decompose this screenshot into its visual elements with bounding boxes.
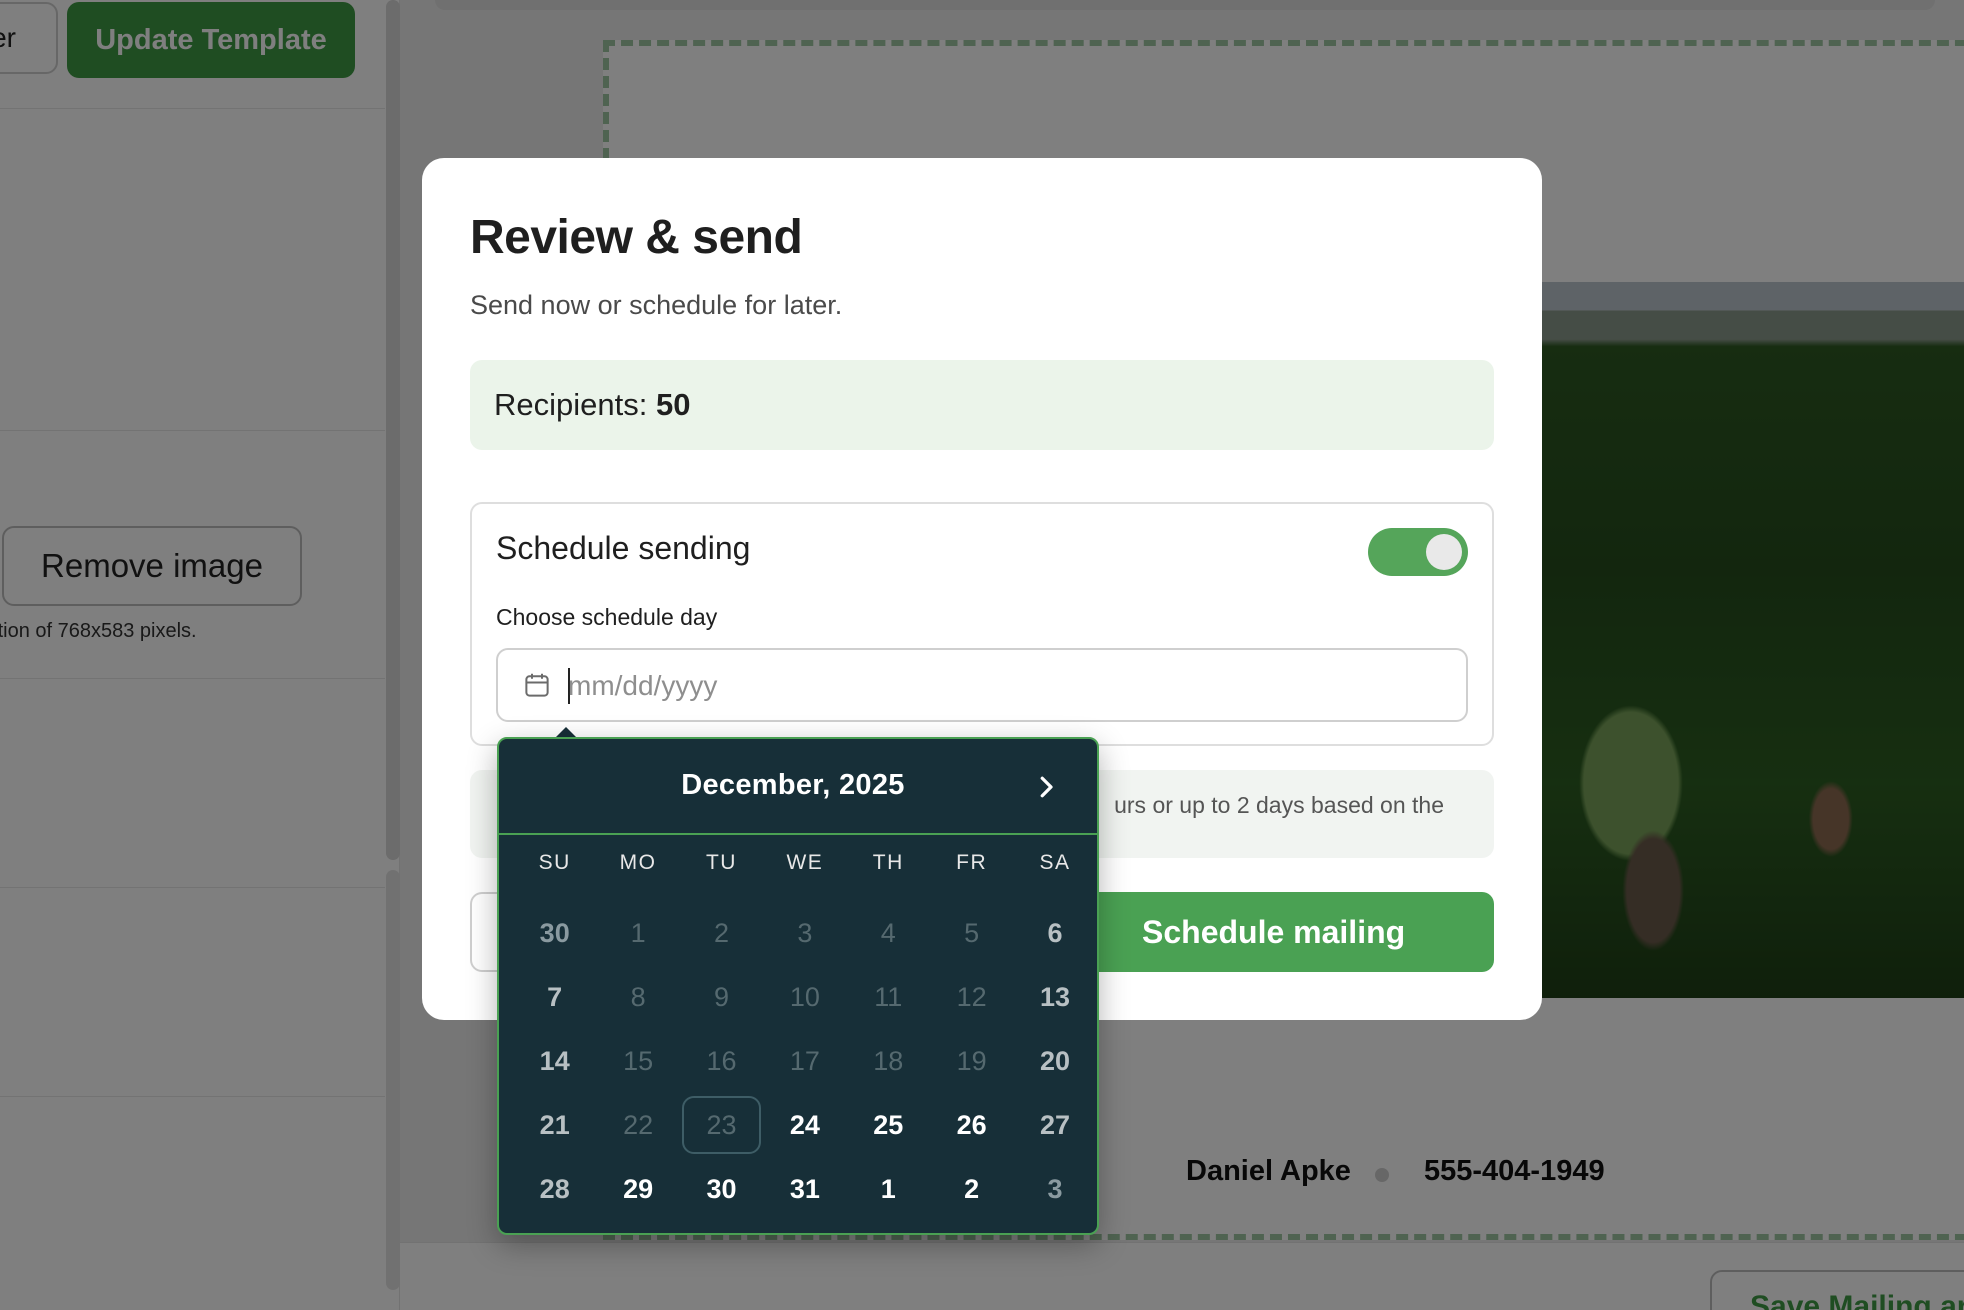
weekday-label: MO [619, 851, 657, 874]
day-cell-available[interactable]: 24 [765, 1096, 844, 1154]
toggle-knob [1426, 534, 1462, 570]
day-cell-available[interactable]: 26 [932, 1096, 1011, 1154]
day-cell-disabled: 19 [956, 1045, 987, 1076]
schedule-section: Schedule sending Choose schedule day [470, 502, 1494, 746]
day-cell-available[interactable]: 29 [598, 1160, 677, 1218]
date-input[interactable] [568, 662, 1428, 710]
day-cell-available[interactable]: 30 [682, 1160, 761, 1218]
day-cell-disabled: 17 [789, 1045, 820, 1076]
day-cell-disabled: 3 [797, 917, 813, 948]
day-cell-weekend: 13 [1040, 981, 1071, 1012]
day-cell-disabled: 2 [713, 917, 729, 948]
recipients-label: Recipients: [494, 387, 648, 422]
day-cell-available[interactable]: 25 [849, 1096, 928, 1154]
day-cell-disabled: 4 [880, 917, 896, 948]
chevron-right-icon[interactable] [1031, 769, 1061, 805]
day-cell-weekend: 7 [547, 981, 563, 1012]
day-cell-disabled: 5 [964, 917, 980, 948]
day-cell-weekend: 6 [1047, 917, 1063, 948]
choose-day-label: Choose schedule day [496, 604, 718, 630]
day-cell-disabled: 18 [873, 1045, 904, 1076]
day-cell-weekend: 3 [1047, 1173, 1063, 1204]
schedule-toggle[interactable] [1368, 528, 1468, 576]
day-cell-disabled: 22 [623, 1109, 654, 1140]
day-cell-disabled: 1 [630, 917, 646, 948]
day-cell-weekend: 28 [539, 1173, 570, 1204]
weekday-label: TU [705, 851, 737, 874]
day-cell-available[interactable]: 31 [765, 1160, 844, 1218]
day-cell-available[interactable]: 1 [849, 1160, 928, 1218]
modal-title: Review & send [470, 211, 803, 264]
weekday-label: TH [872, 851, 904, 874]
day-cell-disabled: 10 [789, 981, 820, 1012]
schedule-sending-label: Schedule sending [496, 530, 751, 566]
day-cell-disabled: 30 [539, 917, 570, 948]
calendar-icon [525, 673, 549, 697]
datepicker-days-grid: 30 1 2 3 4 5 6 7 8 9 10 11 12 13 14 15 1… [513, 901, 1097, 1221]
weekday-label: FR [956, 851, 988, 874]
modal-subtitle: Send now or schedule for later. [470, 290, 843, 320]
recipients-summary: Recipients: 50 [470, 360, 1494, 450]
day-cell-disabled: 12 [956, 981, 987, 1012]
day-cell-disabled: 8 [630, 981, 646, 1012]
day-cell-weekend: 20 [1040, 1045, 1071, 1076]
schedule-mailing-button[interactable]: Schedule mailing [1042, 892, 1494, 972]
day-cell-weekend: 21 [539, 1109, 570, 1140]
day-cell-disabled: 16 [706, 1045, 737, 1076]
weekday-label: SA [1039, 851, 1071, 874]
datepicker-month-label: December, 2025 [681, 769, 905, 801]
day-cell-today: 23 [681, 1096, 762, 1154]
day-cell-disabled: 15 [623, 1045, 654, 1076]
recipients-count: 50 [655, 387, 691, 422]
day-cell-weekend: 27 [1040, 1109, 1071, 1140]
schedule-date-field[interactable] [496, 648, 1468, 722]
datepicker-weekdays: SU MO TU WE TH FR SA [513, 851, 1097, 875]
day-cell-disabled: 11 [874, 981, 903, 1012]
weekday-label: WE [786, 851, 824, 874]
day-cell-weekend: 14 [539, 1045, 570, 1076]
datepicker-header: December, 2025 [499, 739, 1097, 835]
weekday-label: SU [538, 851, 571, 874]
day-cell-available[interactable]: 2 [932, 1160, 1011, 1218]
datepicker-popover: December, 2025 SU MO TU WE TH FR SA 30 1… [497, 737, 1099, 1235]
day-cell-disabled: 9 [713, 981, 729, 1012]
